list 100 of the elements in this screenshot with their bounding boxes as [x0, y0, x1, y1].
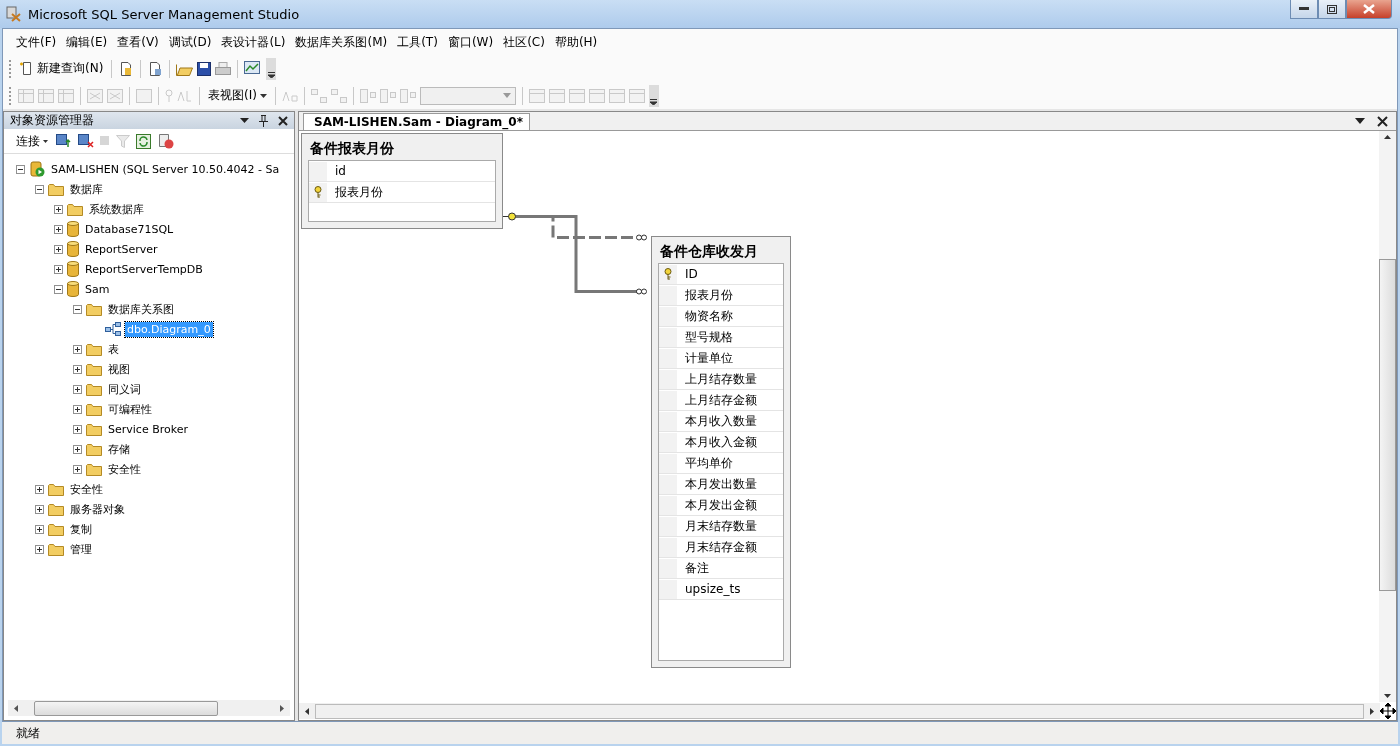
expand-toggle[interactable]	[73, 424, 82, 434]
column-name: 月末结存数量	[685, 517, 757, 535]
collapse-toggle[interactable]	[54, 284, 63, 294]
scroll-right-icon[interactable]	[1370, 707, 1374, 715]
table-box[interactable]: 备件仓库收发月 ID 报表月份 物资名称 型号规格 计量单位 上月结存数量 上月结存金额 本月收入数量 本月收入金额 平均单价 本月发出数量 本月发出金额 月末结存数量 月末结存金额 备注 upsize_ts	[651, 236, 791, 668]
expand-toggle[interactable]	[35, 524, 44, 534]
tree-item[interactable]: ReportServerTempDB	[83, 261, 205, 277]
menu-item[interactable]: 调试(D)	[163, 31, 217, 53]
chart-icon[interactable]	[244, 61, 263, 76]
database-icon	[67, 221, 79, 237]
close-icon[interactable]	[278, 115, 288, 126]
caret-icon	[650, 98, 658, 105]
tree-item[interactable]: 安全性	[68, 480, 105, 498]
column-name: 平均单价	[685, 454, 733, 472]
database-icon	[67, 241, 79, 257]
menu-item[interactable]: 工具(T)	[392, 31, 443, 53]
close-icon	[1363, 4, 1375, 14]
expand-toggle[interactable]	[73, 364, 82, 374]
tree-item[interactable]: ReportServer	[83, 241, 160, 257]
tree-item[interactable]: 可编程性	[106, 400, 154, 418]
vertical-scrollbar[interactable]	[1379, 131, 1396, 702]
horizontal-scrollbar[interactable]	[8, 700, 290, 716]
save-icon[interactable]	[197, 61, 212, 76]
menu-item[interactable]: 编辑(E)	[61, 31, 113, 53]
connect-icon[interactable]	[56, 134, 72, 148]
folder-icon	[86, 462, 102, 476]
maximize-button[interactable]	[1318, 0, 1346, 19]
table-box[interactable]: 备件报表月份 id 报表月份	[301, 133, 503, 229]
tree-item[interactable]: SAM-LISHEN (SQL Server 10.50.4042 - Sa	[49, 161, 282, 177]
connect-button[interactable]: 连接	[14, 131, 50, 151]
folder-icon	[86, 342, 102, 356]
dropdown-icon[interactable]	[240, 118, 249, 123]
scroll-right-icon[interactable]	[280, 704, 284, 712]
tree-item[interactable]: 服务器对象	[68, 500, 127, 518]
refresh-icon[interactable]	[136, 133, 151, 149]
tree-item[interactable]: Sam	[83, 281, 112, 297]
tree-item[interactable]: 同义词	[106, 380, 143, 398]
window-title: Microsoft SQL Server Management Studio	[28, 6, 300, 22]
menu-item[interactable]: 文件(F)	[11, 31, 62, 53]
expand-toggle[interactable]	[54, 264, 63, 274]
column-name: 报表月份	[335, 183, 383, 201]
expand-toggle[interactable]	[35, 544, 44, 554]
close-button[interactable]	[1346, 0, 1392, 19]
collapse-toggle[interactable]	[73, 304, 82, 314]
scroll-left-icon[interactable]	[14, 704, 18, 712]
panel-title: 对象资源管理器	[10, 112, 94, 129]
folder-icon	[48, 542, 64, 556]
scroll-up-icon[interactable]	[1384, 135, 1391, 139]
expand-toggle[interactable]	[35, 484, 44, 494]
expand-toggle[interactable]	[73, 404, 82, 414]
row-selector[interactable]	[659, 264, 677, 284]
horizontal-scrollbar[interactable]	[299, 703, 1380, 719]
dropdown-icon[interactable]	[1355, 118, 1365, 124]
document-icon[interactable]	[147, 60, 164, 77]
collapse-toggle[interactable]	[35, 184, 44, 194]
close-icon[interactable]	[1377, 115, 1388, 127]
expand-toggle[interactable]	[54, 244, 63, 254]
row-selector[interactable]	[309, 182, 327, 202]
collapse-toggle[interactable]	[16, 164, 25, 174]
document-tab[interactable]: SAM-LISHEN.Sam - Diagram_0*	[303, 113, 530, 130]
expand-toggle[interactable]	[73, 384, 82, 394]
pin-icon[interactable]	[259, 114, 268, 127]
tree-item[interactable]: 数据库关系图	[106, 300, 176, 318]
overflow-button[interactable]	[266, 57, 277, 80]
disconnect-icon[interactable]	[78, 134, 94, 148]
minimize-button[interactable]	[1290, 0, 1318, 19]
tree-item[interactable]: 数据库	[68, 180, 105, 198]
expand-toggle[interactable]	[73, 444, 82, 454]
column-name: 上月结存数量	[685, 370, 757, 388]
tree-item[interactable]: 存储	[106, 440, 132, 458]
move-icon[interactable]	[1380, 703, 1396, 719]
expand-toggle[interactable]	[54, 204, 63, 214]
tree-item[interactable]: Service Broker	[106, 421, 190, 437]
tree-item[interactable]: 复制	[68, 520, 94, 538]
caret-icon	[43, 139, 48, 143]
expand-toggle[interactable]	[73, 464, 82, 474]
scroll-down-icon[interactable]	[1384, 694, 1391, 698]
column-name: upsize_ts	[685, 582, 741, 596]
tree-item[interactable]: 管理	[68, 540, 94, 558]
menu-item[interactable]: 窗口(W)	[442, 31, 499, 53]
expand-toggle[interactable]	[54, 224, 63, 234]
view-dropdown[interactable]: 表视图(I)	[206, 86, 269, 105]
new-query-button[interactable]: 新建查询(N)	[18, 59, 106, 78]
column-name: 上月结存金额	[685, 391, 757, 409]
scroll-left-icon[interactable]	[305, 707, 309, 715]
expand-toggle[interactable]	[73, 344, 82, 354]
menu-item[interactable]: 表设计器(L)	[216, 31, 291, 53]
menu-item[interactable]: 查看(V)	[112, 31, 164, 53]
tree-item[interactable]: 安全性	[106, 460, 143, 478]
expand-toggle[interactable]	[35, 504, 44, 514]
tree-item[interactable]: 视图	[106, 360, 132, 378]
overflow-button[interactable]	[648, 84, 659, 107]
script-icon[interactable]	[157, 133, 175, 149]
menu-item[interactable]: 帮助(H)	[549, 31, 603, 53]
menu-item[interactable]: 社区(C)	[498, 31, 550, 53]
tree-item[interactable]: 系统数据库	[87, 200, 146, 218]
menu-item[interactable]: 数据库关系图(M)	[290, 31, 393, 53]
folder-icon	[86, 402, 102, 416]
tree-item[interactable]: Database71SQL	[83, 221, 176, 237]
tree-item[interactable]: 表	[106, 340, 121, 358]
